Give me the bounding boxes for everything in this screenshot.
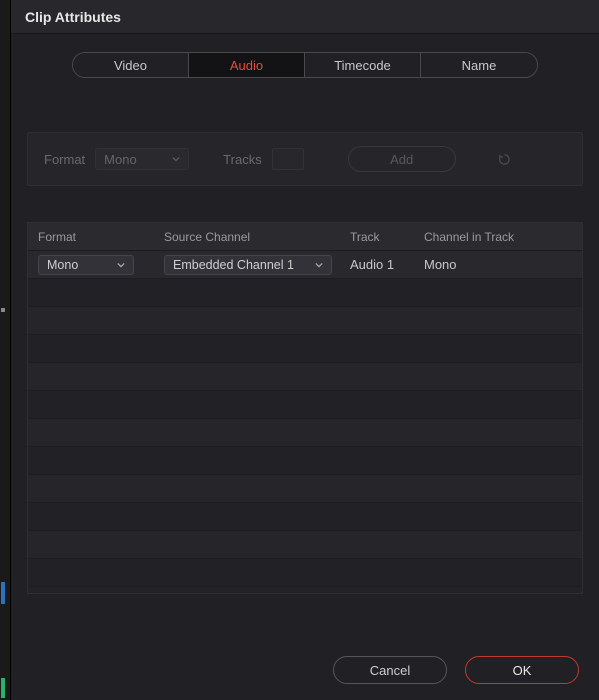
format-label: Format (44, 152, 85, 167)
table-row-empty (28, 307, 582, 335)
row-channel-value: Mono (424, 257, 457, 272)
tab-name[interactable]: Name (421, 53, 537, 77)
table-row-empty (28, 503, 582, 531)
strip-marker-green (1, 678, 5, 698)
tab-name-label: Name (462, 58, 497, 73)
tab-video[interactable]: Video (73, 53, 189, 77)
tabs-row: Video Audio Timecode Name (11, 34, 599, 88)
table-row-empty (28, 559, 582, 587)
table-row-empty (28, 391, 582, 419)
row-format-dropdown[interactable]: Mono (38, 255, 134, 275)
ok-button[interactable]: OK (465, 656, 579, 684)
tab-timecode-label: Timecode (334, 58, 391, 73)
header-track: Track (344, 230, 418, 244)
table-row-empty (28, 447, 582, 475)
chevron-down-icon (117, 261, 125, 269)
row-format-value: Mono (47, 258, 78, 272)
row-source-dropdown[interactable]: Embedded Channel 1 (164, 255, 332, 275)
ok-button-label: OK (513, 663, 532, 678)
table-row-empty (28, 335, 582, 363)
table-row[interactable]: Mono Embedded Channel 1 Audio 1 Mono (28, 251, 582, 279)
cancel-button-label: Cancel (370, 663, 410, 678)
cancel-button[interactable]: Cancel (333, 656, 447, 684)
tracks-input[interactable] (272, 148, 304, 170)
reset-icon[interactable] (496, 150, 514, 168)
chevron-down-icon (172, 155, 180, 163)
clip-attributes-dialog: Clip Attributes Video Audio Timecode Nam… (10, 0, 599, 700)
format-dropdown[interactable]: Mono (95, 148, 189, 170)
tab-audio[interactable]: Audio (189, 53, 305, 77)
table-row-empty (28, 475, 582, 503)
tab-video-label: Video (114, 58, 147, 73)
tab-timecode[interactable]: Timecode (305, 53, 421, 77)
strip-marker (1, 308, 5, 312)
header-channel: Channel in Track (418, 230, 582, 244)
footer: Cancel OK (11, 638, 599, 700)
tracks-label: Tracks (223, 152, 262, 167)
background-strip (0, 0, 10, 700)
add-button-label: Add (390, 152, 413, 167)
table-row-empty (28, 279, 582, 307)
channel-table: Format Source Channel Track Channel in T… (27, 222, 583, 594)
tab-segmented-control: Video Audio Timecode Name (72, 52, 538, 78)
chevron-down-icon (315, 261, 323, 269)
header-source: Source Channel (158, 230, 344, 244)
table-row-empty (28, 531, 582, 559)
row-track-value: Audio 1 (350, 257, 394, 272)
row-source-value: Embedded Channel 1 (173, 258, 294, 272)
table-row-empty (28, 363, 582, 391)
titlebar: Clip Attributes (11, 0, 599, 34)
header-format: Format (28, 230, 158, 244)
content: Format Mono Tracks Add Format Source (11, 88, 599, 638)
dialog-title: Clip Attributes (25, 9, 121, 25)
format-dropdown-value: Mono (104, 152, 137, 167)
table-body: Mono Embedded Channel 1 Audio 1 Mono (28, 251, 582, 593)
add-button[interactable]: Add (348, 146, 456, 172)
table-header: Format Source Channel Track Channel in T… (28, 223, 582, 251)
add-track-panel: Format Mono Tracks Add (27, 132, 583, 186)
strip-marker-blue (1, 582, 5, 604)
table-row-empty (28, 419, 582, 447)
tab-audio-label: Audio (230, 58, 263, 73)
